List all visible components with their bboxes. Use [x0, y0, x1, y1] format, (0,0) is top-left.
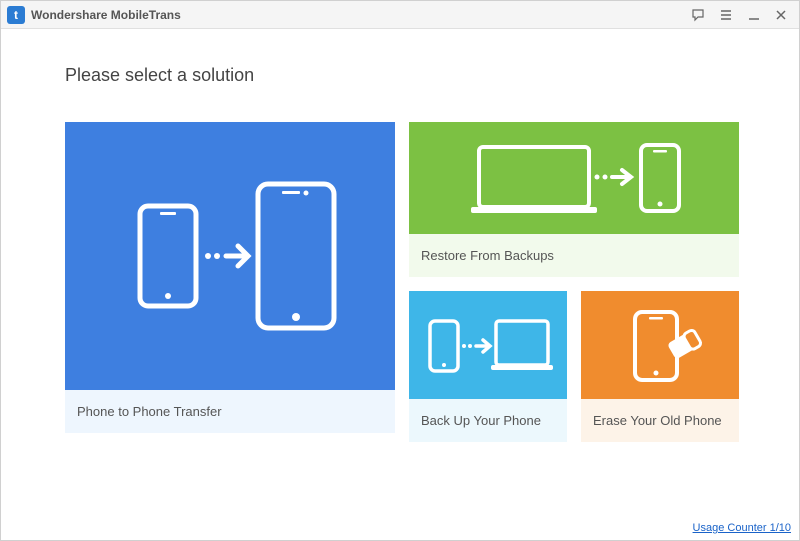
titlebar: t Wondershare MobileTrans — [1, 1, 799, 29]
app-title: Wondershare MobileTrans — [31, 8, 181, 22]
menu-icon[interactable] — [719, 8, 733, 22]
close-icon[interactable] — [775, 9, 787, 21]
minimize-icon[interactable] — [747, 8, 761, 22]
app-logo-icon: t — [7, 6, 25, 24]
phone-to-phone-icon — [65, 122, 395, 390]
card-restore-label: Restore From Backups — [409, 234, 739, 277]
card-erase[interactable]: Erase Your Old Phone — [581, 291, 739, 442]
card-erase-label: Erase Your Old Phone — [581, 399, 739, 442]
restore-icon — [409, 122, 739, 234]
card-phone-to-phone[interactable]: Phone to Phone Transfer — [65, 122, 395, 442]
page-heading: Please select a solution — [65, 65, 735, 86]
main-content: Please select a solution — [1, 29, 799, 442]
card-backup[interactable]: Back Up Your Phone — [409, 291, 567, 442]
erase-icon — [581, 291, 739, 399]
solutions-grid: Phone to Phone Transfer — [65, 122, 735, 442]
feedback-icon[interactable] — [691, 8, 705, 22]
backup-icon — [409, 291, 567, 399]
card-restore[interactable]: Restore From Backups — [409, 122, 739, 277]
right-bottom-group: Back Up Your Phone — [409, 291, 739, 442]
card-phone-to-phone-label: Phone to Phone Transfer — [65, 390, 395, 433]
usage-counter-link[interactable]: Usage Counter 1/10 — [693, 522, 791, 534]
window-controls — [691, 8, 793, 22]
card-backup-label: Back Up Your Phone — [409, 399, 567, 442]
